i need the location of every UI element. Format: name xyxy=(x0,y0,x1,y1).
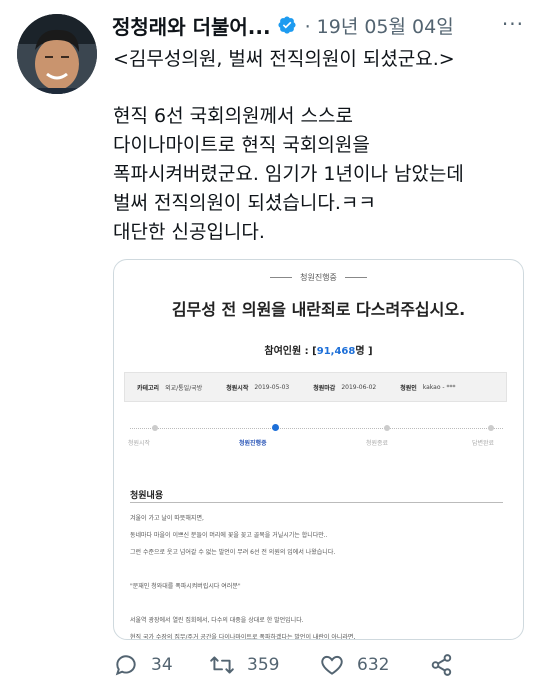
petition-status: 청원진행중 xyxy=(114,272,523,283)
divider xyxy=(130,502,503,503)
end-date-label: 청원마감 xyxy=(313,384,336,392)
avatar[interactable] xyxy=(17,14,97,94)
retweet-count: 359 xyxy=(247,655,280,675)
step-dot-active xyxy=(271,424,279,431)
petitioner-value: kakao - *** xyxy=(422,383,456,391)
start-date-value: 2019-05-03 xyxy=(254,383,290,391)
start-date-label: 청원시작 xyxy=(226,384,249,392)
participants-label: 참여인원 : [ xyxy=(264,346,317,357)
more-options-icon[interactable]: ··· xyxy=(502,12,524,36)
tweet-actions: 34 359 632 xyxy=(113,650,520,680)
share-icon xyxy=(431,654,452,676)
avatar-photo xyxy=(17,14,97,94)
divider xyxy=(270,277,293,278)
reply-count: 34 xyxy=(151,655,173,675)
petition-status-label: 청원진행중 xyxy=(300,273,337,282)
petition-steps: 청원시작 청원진행중 청원종료 답변완료 xyxy=(114,438,523,450)
step-dot-closed xyxy=(383,425,390,431)
verified-badge-icon xyxy=(278,16,296,34)
petition-image-card[interactable]: 청원진행중 김무성 전 의원을 내란죄로 다스려주십시오. 참여인원 : [91… xyxy=(113,259,524,640)
petition-info-box: 카테고리 외교/통일/국방 청원시작 2019-05-03 청원마감 2019-… xyxy=(124,372,507,402)
tweet-body: 현직 6선 국회의원께서 스스로 다이나마이트로 현직 국회의원을 폭파시켜버렸… xyxy=(113,105,464,243)
step-label-answered: 답변완료 xyxy=(472,440,495,447)
participants-suffix: 명 ] xyxy=(355,346,373,357)
step-label-start: 청원시작 xyxy=(128,440,151,447)
author-name[interactable]: 정청래와 더불어... xyxy=(112,11,271,40)
retweet-button[interactable]: 359 xyxy=(209,652,319,678)
step-dot-start xyxy=(152,425,159,431)
step-label-active: 청원진행중 xyxy=(239,440,267,447)
end-date-value: 2019-06-02 xyxy=(341,383,377,391)
participants-count: 참여인원 : [91,468명 ] xyxy=(114,342,523,357)
step-dot-answered xyxy=(488,425,495,431)
tweet-timestamp[interactable]: · 19년 05월 04일 xyxy=(305,12,454,39)
reply-icon xyxy=(115,655,136,676)
like-button[interactable]: 632 xyxy=(319,652,429,678)
category-value: 외교/통일/국방 xyxy=(165,384,203,392)
section-title: 청원내용 xyxy=(130,491,164,501)
retweet-icon xyxy=(210,656,234,674)
share-button[interactable] xyxy=(429,652,455,678)
step-label-closed: 청원종료 xyxy=(366,440,389,447)
petition-content: 겨울이 가고 날이 따뜻해지면, 동네마다 마을이 이쁘신 분들이 머리에 꽃을… xyxy=(130,515,356,640)
petitioner-label: 청원인 xyxy=(400,384,417,392)
reply-button[interactable]: 34 xyxy=(113,652,209,678)
category-label: 카테고리 xyxy=(137,384,160,392)
divider xyxy=(344,277,367,278)
petition-title: 김무성 전 의원을 내란죄로 다스려주십시오. xyxy=(171,300,466,319)
tweet-header: 정청래와 더불어... · 19년 05월 04일 xyxy=(112,10,526,40)
participants-value: 91,468 xyxy=(316,346,356,357)
heart-icon xyxy=(321,655,343,675)
progress-track xyxy=(130,428,503,429)
tweet-first-line: <김무성의원, 벌써 전직의원이 되셨군요.> xyxy=(113,48,455,70)
like-count: 632 xyxy=(357,655,390,675)
